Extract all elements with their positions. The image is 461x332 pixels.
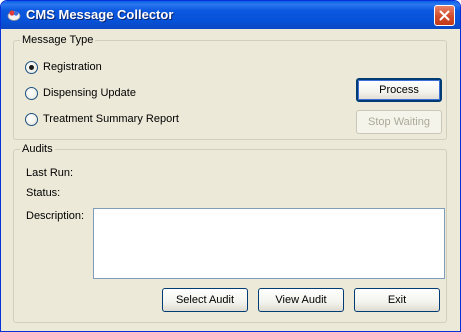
radio-selected-dot (29, 64, 34, 70)
close-button[interactable] (434, 5, 455, 26)
process-button[interactable]: Process (356, 78, 442, 102)
radio-button[interactable] (25, 112, 38, 126)
radio-dispensing-update-label: Dispensing Update (43, 87, 136, 99)
exit-button[interactable]: Exit (354, 288, 440, 312)
title-bar[interactable]: CMS Message Collector (1, 1, 460, 29)
message-type-legend: Message Type (20, 34, 96, 46)
audits-legend: Audits (20, 143, 55, 155)
radio-treatment-summary-report-label: Treatment Summary Report (43, 113, 179, 125)
window-title: CMS Message Collector (26, 7, 174, 22)
app-icon (7, 10, 21, 21)
select-audit-button[interactable]: Select Audit (162, 288, 248, 312)
main-window: CMS Message Collector Message Type Regis… (0, 0, 461, 332)
radio-button[interactable] (25, 86, 38, 100)
description-label: Description: (26, 210, 85, 222)
last-run-label: Last Run: (26, 167, 74, 179)
radio-treatment-summary-report[interactable]: Treatment Summary Report (25, 112, 179, 126)
radio-registration[interactable]: Registration (25, 60, 102, 74)
radio-dispensing-update[interactable]: Dispensing Update (25, 86, 136, 100)
radio-registration-label: Registration (43, 61, 102, 73)
status-label: Status: (26, 187, 61, 199)
stop-waiting-button: Stop Waiting (356, 110, 442, 134)
close-icon (439, 10, 450, 21)
view-audit-button[interactable]: View Audit (258, 288, 344, 312)
description-field[interactable] (93, 208, 445, 279)
radio-button[interactable] (25, 60, 38, 74)
